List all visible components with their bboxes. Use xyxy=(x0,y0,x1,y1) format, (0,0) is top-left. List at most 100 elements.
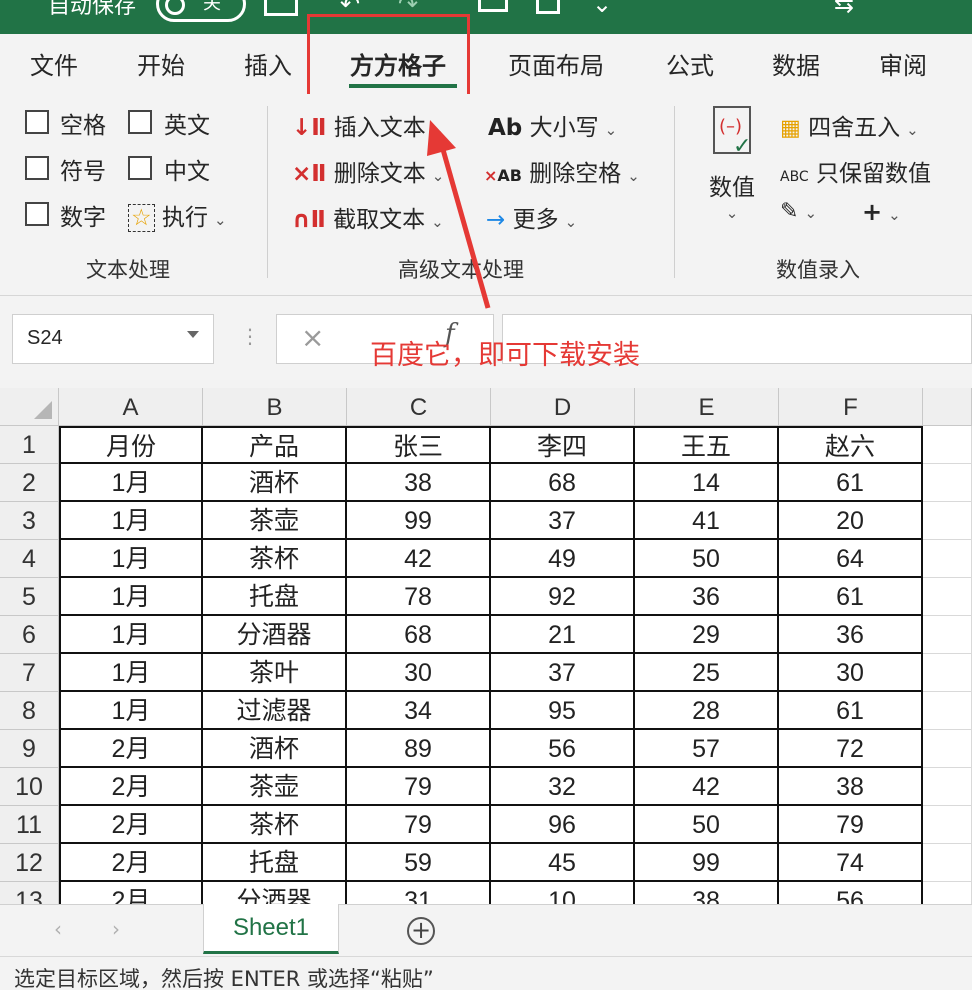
table-cell[interactable]: 2月 xyxy=(59,844,203,882)
header-cell[interactable]: 张三 xyxy=(347,426,491,464)
case-button[interactable]: Ab 大小写 ⌄ xyxy=(488,108,617,142)
new-file-icon[interactable] xyxy=(536,0,560,14)
table-cell[interactable]: 29 xyxy=(635,616,779,654)
prev-sheet-icon[interactable]: ‹ xyxy=(54,917,62,941)
checkbox-chinese[interactable] xyxy=(128,156,152,180)
column-header-b[interactable]: B xyxy=(203,388,347,426)
table-cell[interactable]: 36 xyxy=(635,578,779,616)
table-cell[interactable]: 37 xyxy=(491,654,635,692)
row-header[interactable]: 13 xyxy=(0,882,59,904)
save-icon[interactable] xyxy=(264,0,298,16)
select-all-button[interactable] xyxy=(0,388,59,426)
more-button[interactable]: → 更多 ⌄ xyxy=(486,200,577,234)
table-cell[interactable]: 37 xyxy=(491,502,635,540)
sheet-tab-sheet1[interactable]: Sheet1 xyxy=(203,904,339,954)
header-cell[interactable]: 产品 xyxy=(203,426,347,464)
keep-number-button[interactable]: ABC 只保留数值 xyxy=(780,154,931,188)
header-cell[interactable]: 王五 xyxy=(635,426,779,464)
table-cell[interactable]: 托盘 xyxy=(203,844,347,882)
column-header-e[interactable]: E xyxy=(635,388,779,426)
empty-cell[interactable] xyxy=(923,502,972,540)
empty-cell[interactable] xyxy=(923,692,972,730)
table-cell[interactable]: 79 xyxy=(347,806,491,844)
table-cell[interactable]: 79 xyxy=(347,768,491,806)
row-header[interactable]: 7 xyxy=(0,654,59,692)
table-cell[interactable]: 托盘 xyxy=(203,578,347,616)
table-cell[interactable]: 茶杯 xyxy=(203,540,347,578)
empty-cell[interactable] xyxy=(923,768,972,806)
table-cell[interactable]: 2月 xyxy=(59,882,203,904)
table-cell[interactable]: 1月 xyxy=(59,540,203,578)
tab-file[interactable]: 文件 xyxy=(30,46,78,81)
table-cell[interactable]: 分酒器 xyxy=(203,882,347,904)
table-cell[interactable]: 61 xyxy=(779,578,923,616)
column-header-c[interactable]: C xyxy=(347,388,491,426)
tab-data[interactable]: 数据 xyxy=(772,46,820,81)
empty-cell[interactable] xyxy=(923,806,972,844)
delete-space-button[interactable]: ×AB 删除空格 ⌄ xyxy=(484,154,640,188)
header-cell[interactable]: 赵六 xyxy=(779,426,923,464)
empty-cell[interactable] xyxy=(923,464,972,502)
table-cell[interactable]: 50 xyxy=(635,540,779,578)
chevron-down-icon[interactable] xyxy=(187,331,199,338)
column-header-a[interactable]: A xyxy=(59,388,203,426)
tab-page-layout[interactable]: 页面布局 xyxy=(508,46,604,81)
table-cell[interactable]: 30 xyxy=(779,654,923,692)
empty-cell[interactable] xyxy=(923,882,972,904)
table-cell[interactable]: 42 xyxy=(635,768,779,806)
table-cell[interactable]: 1月 xyxy=(59,502,203,540)
empty-cell[interactable] xyxy=(923,540,972,578)
table-cell[interactable]: 68 xyxy=(347,616,491,654)
row-header[interactable]: 11 xyxy=(0,806,59,844)
table-cell[interactable]: 1月 xyxy=(59,464,203,502)
table-cell[interactable]: 酒杯 xyxy=(203,464,347,502)
name-box[interactable]: S24 xyxy=(12,314,214,364)
table-cell[interactable]: 99 xyxy=(347,502,491,540)
table-cell[interactable]: 过滤器 xyxy=(203,692,347,730)
table-cell[interactable]: 57 xyxy=(635,730,779,768)
table-cell[interactable]: 1月 xyxy=(59,578,203,616)
column-header-d[interactable]: D xyxy=(491,388,635,426)
table-cell[interactable]: 95 xyxy=(491,692,635,730)
row-header[interactable]: 9 xyxy=(0,730,59,768)
table-cell[interactable]: 38 xyxy=(347,464,491,502)
table-cell[interactable]: 49 xyxy=(491,540,635,578)
edit-button[interactable]: ✎ ⌄ xyxy=(780,198,817,224)
cancel-icon[interactable]: × xyxy=(301,321,324,354)
checkbox-space[interactable] xyxy=(25,110,49,134)
table-cell[interactable]: 68 xyxy=(491,464,635,502)
empty-cell[interactable] xyxy=(923,654,972,692)
table-cell[interactable]: 14 xyxy=(635,464,779,502)
empty-cell[interactable] xyxy=(923,578,972,616)
table-cell[interactable]: 42 xyxy=(347,540,491,578)
column-header-empty[interactable] xyxy=(923,388,972,426)
table-cell[interactable]: 2月 xyxy=(59,768,203,806)
tab-home[interactable]: 开始 xyxy=(137,46,185,81)
table-cell[interactable]: 茶壶 xyxy=(203,768,347,806)
table-cell[interactable]: 41 xyxy=(635,502,779,540)
table-cell[interactable]: 2月 xyxy=(59,806,203,844)
row-header[interactable]: 3 xyxy=(0,502,59,540)
empty-cell[interactable] xyxy=(923,616,972,654)
checkbox-english[interactable] xyxy=(128,110,152,134)
table-cell[interactable]: 78 xyxy=(347,578,491,616)
table-cell[interactable]: 72 xyxy=(779,730,923,768)
table-cell[interactable]: 酒杯 xyxy=(203,730,347,768)
table-cell[interactable]: 56 xyxy=(491,730,635,768)
header-cell[interactable]: 李四 xyxy=(491,426,635,464)
table-cell[interactable]: 2月 xyxy=(59,730,203,768)
table-cell[interactable]: 56 xyxy=(779,882,923,904)
table-cell[interactable]: 36 xyxy=(779,616,923,654)
table-cell[interactable]: 79 xyxy=(779,806,923,844)
tab-insert[interactable]: 插入 xyxy=(244,46,292,81)
table-cell[interactable]: 34 xyxy=(347,692,491,730)
table-cell[interactable]: 92 xyxy=(491,578,635,616)
autosave-toggle[interactable]: 关 xyxy=(156,0,246,22)
checkbox-symbol[interactable] xyxy=(25,156,49,180)
insert-text-button[interactable]: ↓Ⅱ 插入文本 ⌄ xyxy=(292,108,444,142)
customize-toolbar-icon[interactable]: ⌄ xyxy=(592,0,612,18)
header-cell[interactable]: 月份 xyxy=(59,426,203,464)
table-cell[interactable]: 茶杯 xyxy=(203,806,347,844)
table-cell[interactable]: 96 xyxy=(491,806,635,844)
extract-text-button[interactable]: ∩Ⅱ 截取文本 ⌄ xyxy=(292,200,444,234)
